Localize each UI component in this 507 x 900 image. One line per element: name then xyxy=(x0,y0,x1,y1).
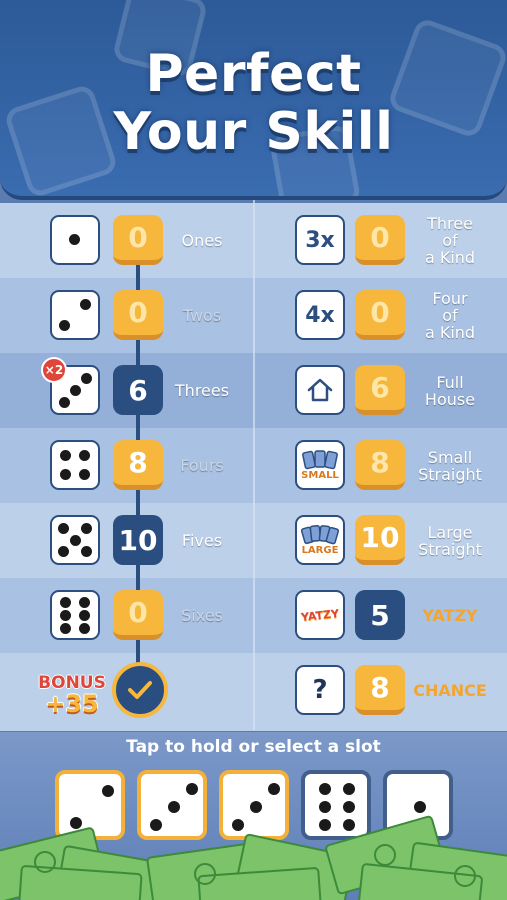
label-large-straight: Large Straight xyxy=(418,523,482,559)
score-slot-chance[interactable]: 8 xyxy=(355,665,405,715)
die-face-six-icon xyxy=(50,590,100,640)
page-title-line2: Your Skill xyxy=(113,102,394,162)
label-chance: CHANCE xyxy=(413,681,487,700)
score-slot-fours[interactable]: 8 xyxy=(113,440,163,490)
multiplier-badge: ×2 xyxy=(41,357,67,383)
die-face-two-icon xyxy=(50,290,100,340)
label-small-straight: Small Straight xyxy=(418,448,482,484)
die-face-four-icon xyxy=(50,440,100,490)
label-fives: Fives xyxy=(181,531,223,550)
bonus-value: +35 xyxy=(45,690,99,718)
hint-text: Tap to hold or select a slot xyxy=(126,737,381,757)
page-title-line1: Perfect xyxy=(145,44,362,104)
bonus-progress-ring xyxy=(112,662,168,718)
label-ones: Ones xyxy=(181,231,223,250)
score-slot-small-straight[interactable]: 8 xyxy=(355,440,405,490)
four-of-a-kind-icon: 4x xyxy=(295,290,345,340)
score-slot-three-of-a-kind[interactable]: 0 xyxy=(355,215,405,265)
die-face-one-icon xyxy=(50,215,100,265)
label-threes: Threes xyxy=(174,381,230,400)
label-twos: Twos xyxy=(182,306,222,325)
label-sixes: Sixes xyxy=(181,606,223,625)
house-icon xyxy=(295,365,345,415)
score-slot-fives[interactable]: 10 xyxy=(113,515,163,565)
score-slot-ones[interactable]: 0 xyxy=(113,215,163,265)
checkmark-icon xyxy=(128,681,152,699)
score-slot-yatzy[interactable]: 5 xyxy=(355,590,405,640)
label-fours: Fours xyxy=(180,456,224,475)
label-full-house: Full House xyxy=(424,373,476,409)
question-mark-icon: ? xyxy=(295,665,345,715)
money-pile-icon xyxy=(0,815,507,900)
score-slot-large-straight[interactable]: 10 xyxy=(355,515,405,565)
score-slot-twos[interactable]: 0 xyxy=(113,290,163,340)
cards-icon: SMALL xyxy=(295,440,345,490)
label-yatzy: YATZY xyxy=(422,606,478,625)
score-slot-four-of-a-kind[interactable]: 0 xyxy=(355,290,405,340)
cards-icon: LARGE xyxy=(295,515,345,565)
score-slot-threes[interactable]: 6 xyxy=(113,365,163,415)
label-three-of-a-kind: Three of a Kind xyxy=(424,214,476,267)
yatzy-logo-icon: YATZY xyxy=(295,590,345,640)
score-slot-sixes[interactable]: 0 xyxy=(113,590,163,640)
column-divider xyxy=(253,200,255,730)
label-four-of-a-kind: Four of a Kind xyxy=(424,289,476,342)
score-slot-full-house[interactable]: 6 xyxy=(355,365,405,415)
three-of-a-kind-icon: 3x xyxy=(295,215,345,265)
header-banner: Perfect Your Skill xyxy=(0,0,507,200)
die-face-five-icon xyxy=(50,515,100,565)
